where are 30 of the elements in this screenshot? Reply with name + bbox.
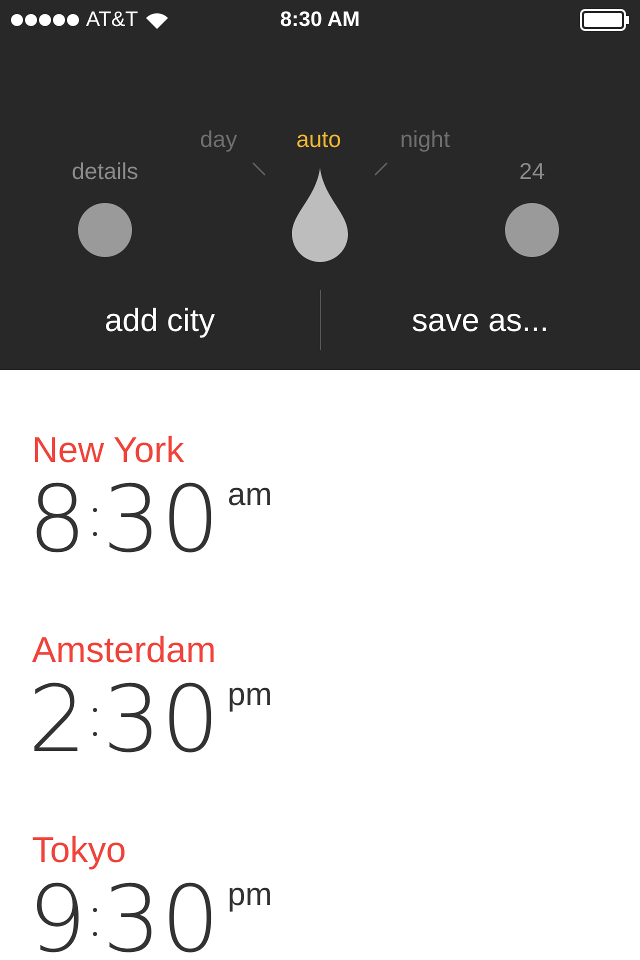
toggle-label: details [72, 158, 138, 185]
save-as-button[interactable]: save as... [320, 292, 640, 348]
period-text: pm [228, 876, 272, 912]
tick-icon [252, 162, 266, 176]
toggle-label: 24 [519, 158, 545, 185]
city-name: Amsterdam [32, 630, 218, 670]
mode-option[interactable]: auto [296, 126, 341, 153]
colon-icon [92, 908, 97, 936]
minute-text: 30 [102, 470, 220, 570]
add-city-button[interactable]: add city [0, 292, 320, 348]
signal-icon [10, 13, 80, 27]
city-name: New York [32, 430, 186, 470]
colon-icon [92, 508, 97, 536]
period-text: am [228, 476, 272, 512]
hour-text: 9 [28, 870, 87, 960]
period-text: pm [228, 676, 272, 712]
minute-text: 30 [102, 870, 220, 960]
minute-text: 30 [102, 670, 220, 770]
hour-text: 2 [28, 670, 87, 770]
carrier-name: AT&T [86, 8, 138, 32]
drop-knob[interactable] [292, 168, 348, 262]
toggle-knob[interactable] [78, 203, 132, 257]
city-name: Tokyo [32, 830, 128, 870]
wifi-icon [144, 10, 170, 30]
battery-icon [580, 9, 630, 31]
tick-icon [374, 162, 388, 176]
status-time: 8:30 AM [280, 8, 360, 31]
colon-icon [92, 708, 97, 736]
hour-text: 8 [28, 470, 87, 570]
toggle-knob[interactable] [505, 203, 559, 257]
